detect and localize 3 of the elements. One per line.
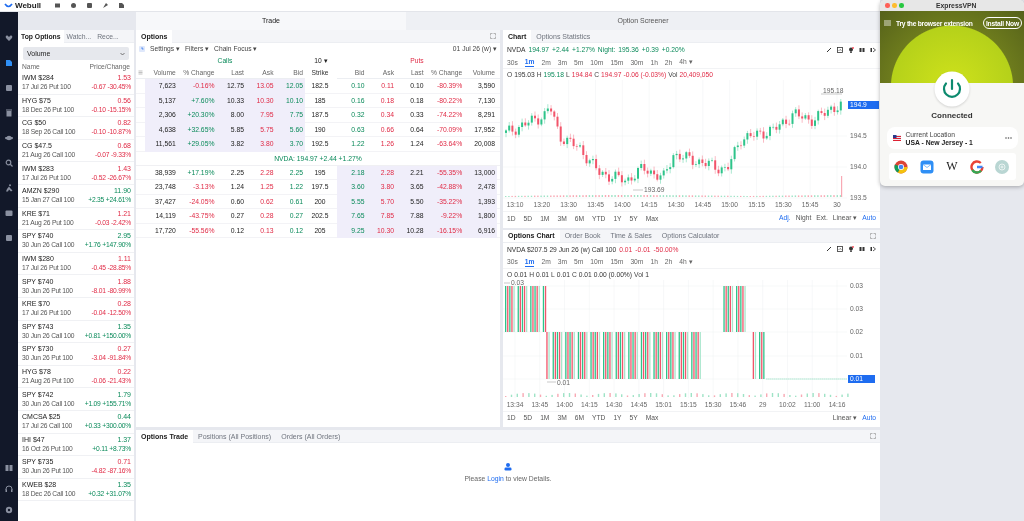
shortcut-letter[interactable]: W [946,159,958,174]
status-text: Connected [931,111,973,120]
app-name: Webull [15,1,42,10]
